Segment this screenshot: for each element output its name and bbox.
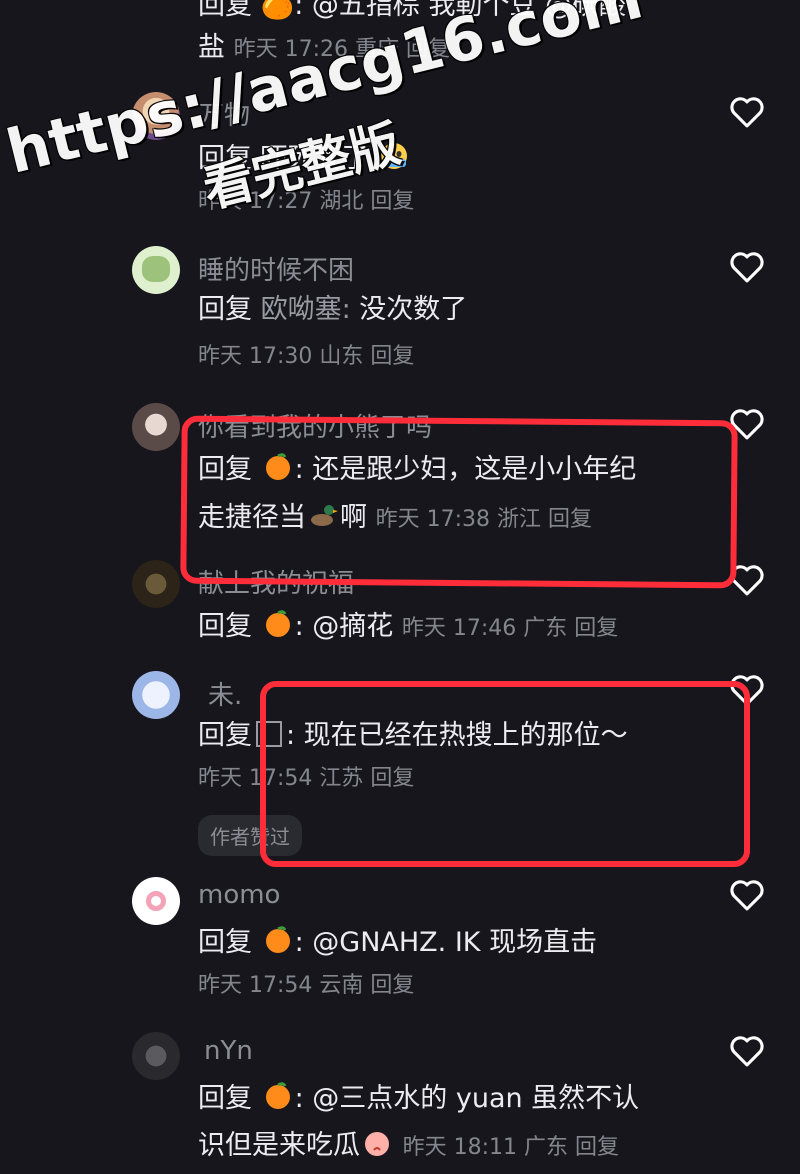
username[interactable]: momo <box>198 880 280 910</box>
username[interactable]: 未. <box>208 675 242 712</box>
avatar[interactable] <box>132 403 180 451</box>
reply-text-cont: 识但是来吃瓜 昨天 18:11 广东 回复 <box>198 1130 619 1161</box>
heart-outline-icon[interactable] <box>728 1034 766 1068</box>
heart-outline-icon[interactable] <box>728 878 766 912</box>
reply-text: 回复 : @三点水的 yuan 虽然不认 <box>198 1082 640 1114</box>
orange-emoji <box>265 1082 290 1109</box>
username[interactable]: 睡的时候不困 <box>198 250 354 287</box>
reply-text: 回复 : @GNAHZ. IK 现场直击 <box>198 926 598 958</box>
reply-text: 回复 欧呦塞: 没次数了 <box>198 294 468 325</box>
orange-emoji <box>265 926 290 953</box>
highlight-box-1 <box>180 415 738 589</box>
username[interactable]: nYn <box>204 1036 253 1066</box>
heart-outline-icon[interactable] <box>728 250 766 284</box>
heart-outline-icon[interactable] <box>728 95 766 129</box>
reply-meta: 昨天 17:30 山东 回复 <box>198 344 415 369</box>
avatar[interactable] <box>132 560 180 608</box>
orange-emoji <box>265 610 290 637</box>
avatar[interactable] <box>132 246 180 294</box>
avatar[interactable] <box>132 671 180 719</box>
avatar[interactable] <box>132 877 180 925</box>
highlight-box-2 <box>260 681 750 867</box>
reply-meta: 昨天 17:54 云南 回复 <box>198 973 415 998</box>
peach-emoji <box>365 1132 389 1156</box>
reply-text: 回复 : @摘花 昨天 17:46 广东 回复 <box>198 610 619 642</box>
avatar[interactable] <box>132 1032 180 1080</box>
